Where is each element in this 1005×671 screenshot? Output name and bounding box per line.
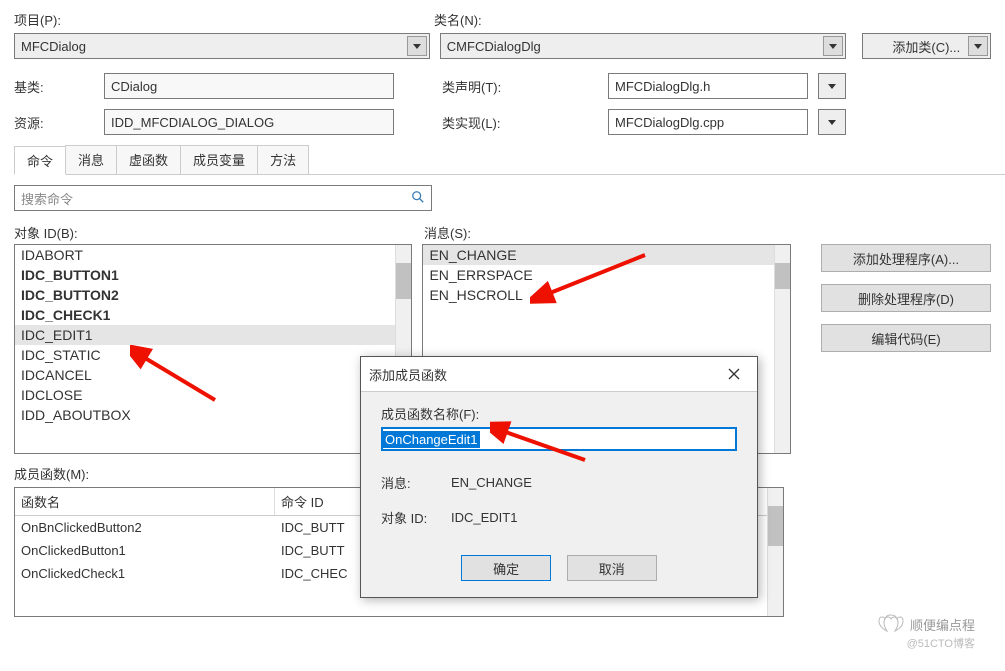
objects-label: 对象 ID(B):: [14, 223, 424, 242]
add-handler-button[interactable]: 添加处理程序(A)...: [821, 244, 991, 272]
tab-bar: 命令消息虚函数成员变量方法: [14, 145, 1005, 175]
dlg-msg-label: 消息:: [381, 473, 451, 492]
list-item[interactable]: EN_ERRSPACE: [423, 265, 790, 285]
col-fn[interactable]: 函数名: [15, 488, 275, 515]
chevron-down-icon[interactable]: [407, 36, 427, 56]
classname-value: CMFCDialogDlg: [447, 39, 541, 54]
list-item[interactable]: IDC_EDIT1: [15, 325, 411, 345]
chevron-down-icon[interactable]: [968, 36, 988, 56]
list-item[interactable]: IDC_STATIC: [15, 345, 411, 365]
project-combo[interactable]: MFCDialog: [14, 33, 430, 59]
impl-dropdown-button[interactable]: [818, 109, 846, 135]
messages-label: 消息(S):: [424, 223, 794, 242]
dlg-oid-label: 对象 ID:: [381, 508, 451, 527]
tab-1[interactable]: 消息: [65, 145, 117, 174]
close-button[interactable]: [719, 363, 749, 385]
tab-0[interactable]: 命令: [14, 146, 66, 175]
member-name-input[interactable]: OnChangeEdit1: [381, 427, 737, 451]
res-value: IDD_MFCDIALOG_DIALOG: [104, 109, 394, 135]
objects-listbox[interactable]: IDABORTIDC_BUTTON1IDC_BUTTON2IDC_CHECK1I…: [14, 244, 412, 454]
base-label: 基类:: [14, 77, 94, 96]
tab-4[interactable]: 方法: [257, 145, 309, 174]
list-item[interactable]: IDCANCEL: [15, 365, 411, 385]
watermark: 顺便编点程 @51CTO博客: [878, 613, 975, 651]
list-item[interactable]: IDC_BUTTON2: [15, 285, 411, 305]
project-label: 项目(P):: [14, 10, 61, 29]
member-name-label: 成员函数名称(F):: [381, 404, 737, 423]
scrollbar[interactable]: [767, 488, 783, 616]
list-item[interactable]: IDC_CHECK1: [15, 305, 411, 325]
dialog-title: 添加成员函数: [369, 365, 447, 384]
dlg-oid-value: IDC_EDIT1: [451, 510, 517, 525]
search-icon: [411, 190, 425, 207]
chevron-down-icon[interactable]: [823, 36, 843, 56]
impl-label: 类实现(L):: [442, 113, 552, 132]
add-member-dialog: 添加成员函数 成员函数名称(F): OnChangeEdit1 消息: EN_C…: [360, 356, 758, 598]
list-item[interactable]: IDD_ABOUTBOX: [15, 405, 411, 425]
classname-combo[interactable]: CMFCDialogDlg: [440, 33, 846, 59]
ok-button[interactable]: 确定: [461, 555, 551, 581]
edit-code-button[interactable]: 编辑代码(E): [821, 324, 991, 352]
list-item[interactable]: IDC_BUTTON1: [15, 265, 411, 285]
tab-2[interactable]: 虚函数: [116, 145, 181, 174]
classname-label: 类名(N):: [434, 10, 482, 29]
list-item[interactable]: IDABORT: [15, 245, 411, 265]
decl-dropdown-button[interactable]: [818, 73, 846, 99]
res-label: 资源:: [14, 113, 94, 132]
dlg-msg-value: EN_CHANGE: [451, 475, 532, 490]
base-value: CDialog: [104, 73, 394, 99]
tab-3[interactable]: 成员变量: [180, 145, 258, 174]
list-item[interactable]: IDCLOSE: [15, 385, 411, 405]
list-item[interactable]: EN_HSCROLL: [423, 285, 790, 305]
cancel-button[interactable]: 取消: [567, 555, 657, 581]
project-value: MFCDialog: [21, 39, 86, 54]
search-input[interactable]: 搜索命令: [14, 185, 432, 211]
scrollbar[interactable]: [774, 245, 790, 453]
impl-combo[interactable]: MFCDialogDlg.cpp: [608, 109, 808, 135]
delete-handler-button[interactable]: 删除处理程序(D): [821, 284, 991, 312]
add-class-button[interactable]: 添加类(C)...: [862, 33, 991, 59]
decl-combo[interactable]: MFCDialogDlg.h: [608, 73, 808, 99]
decl-label: 类声明(T):: [442, 77, 552, 96]
list-item[interactable]: EN_CHANGE: [423, 245, 790, 265]
